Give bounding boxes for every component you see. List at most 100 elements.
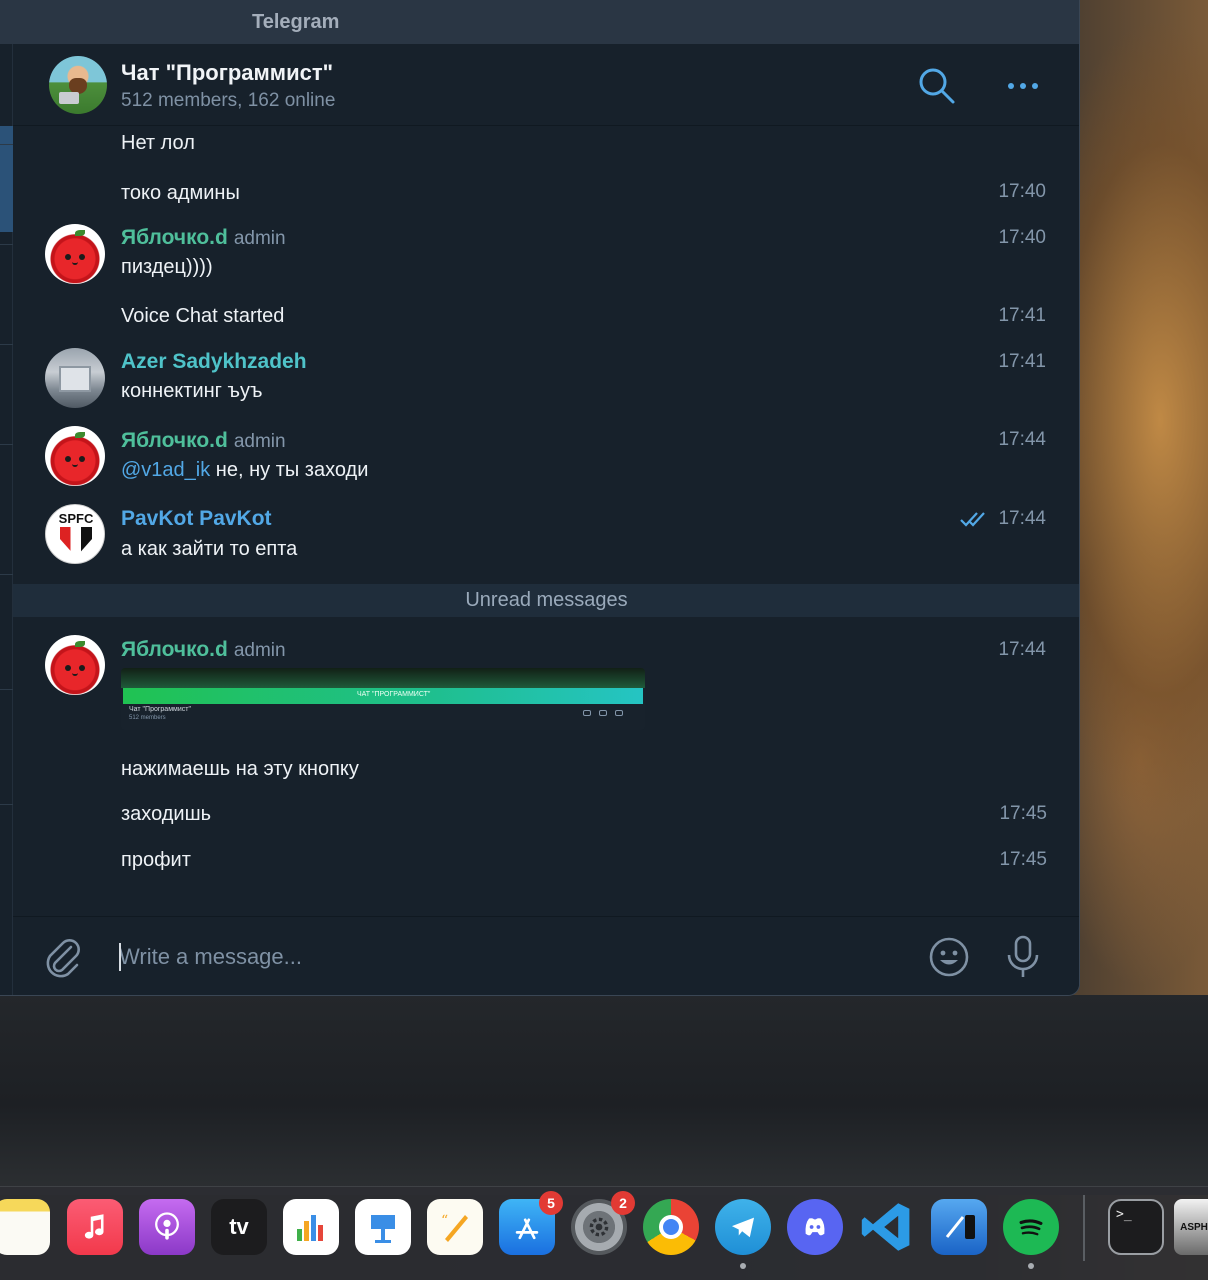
chat-member-count: 512 members, 162 online	[121, 90, 336, 111]
bar-chart-glyph	[297, 1215, 323, 1241]
message-time: 17:45	[999, 803, 1047, 824]
sender-name[interactable]: PavKot PavKot	[121, 507, 272, 531]
avatar-mouth	[72, 262, 78, 265]
user-mention[interactable]: @v1ad_ik	[121, 459, 210, 481]
sender-name[interactable]: Яблочко.d admin	[121, 429, 286, 453]
sender-name[interactable]: Яблочко.d admin	[121, 226, 286, 250]
paperclip-icon[interactable]	[41, 935, 85, 979]
message-text: профит	[121, 849, 191, 871]
message-time: 17:41	[998, 351, 1046, 372]
running-indicator	[740, 1263, 746, 1269]
podcast-glyph	[155, 1212, 179, 1240]
more-options-icon[interactable]	[1003, 66, 1043, 106]
chrome-icon[interactable]	[643, 1199, 699, 1255]
notes-icon[interactable]	[0, 1199, 50, 1255]
terminal-prompt: >_	[1116, 1207, 1132, 1222]
divider	[0, 244, 13, 245]
avatar-leaf	[75, 641, 85, 647]
message-text: нажимаешь на эту кнопку	[121, 758, 359, 780]
pen-glyph: “	[441, 1213, 468, 1242]
xcode-icon[interactable]	[931, 1199, 987, 1255]
avatar-eye	[79, 456, 85, 462]
message-input[interactable]	[119, 939, 899, 975]
terminal-icon[interactable]: >_	[1108, 1199, 1164, 1255]
divider	[0, 689, 13, 690]
message-time: 17:44	[998, 639, 1046, 660]
sender-name-text: Яблочко.d	[121, 638, 228, 661]
message-time: 17:45	[999, 849, 1047, 870]
telegram-icon[interactable]	[715, 1199, 771, 1255]
user-avatar[interactable]	[45, 635, 105, 695]
avatar-mouth	[72, 673, 78, 676]
apple-tv-icon[interactable]: tv	[211, 1199, 267, 1255]
user-avatar[interactable]	[45, 348, 105, 408]
avatar-laptop	[59, 92, 79, 104]
spotify-glyph	[1019, 1219, 1043, 1236]
macos-dock: tv “ 5 2 >_ ASPH	[0, 1186, 1208, 1280]
screenshot-image[interactable]: ЧАТ "ПРОГРАММИСТ" Чат "Программист" 512 …	[121, 668, 645, 730]
chat-title[interactable]: Чат "Программист"	[121, 60, 333, 86]
podium-glyph	[371, 1215, 395, 1243]
window-titlebar[interactable]: Telegram	[0, 0, 1079, 44]
keynote-icon[interactable]	[355, 1199, 411, 1255]
message-list[interactable]: Нет лол токо админы 17:40 Яблочко.d admin…	[13, 126, 1079, 916]
vscode-glyph	[861, 1203, 910, 1251]
running-indicator	[1028, 1263, 1034, 1269]
music-icon[interactable]	[67, 1199, 123, 1255]
user-avatar[interactable]	[45, 224, 105, 284]
gear-glyph	[589, 1217, 609, 1237]
message-time: 17:41	[998, 305, 1046, 326]
discord-icon[interactable]	[787, 1199, 843, 1255]
avatar-eye	[65, 254, 71, 260]
spotify-icon[interactable]	[1003, 1199, 1059, 1255]
message-text: коннектинг ъуъ	[121, 380, 263, 402]
avatar-eye	[79, 254, 85, 260]
app-store-icon[interactable]: 5	[499, 1191, 563, 1255]
sender-name-text: Azer Sadykhzadeh	[121, 350, 307, 373]
service-message: Voice Chat started	[121, 305, 285, 327]
message-text: пиздец))))	[121, 256, 213, 278]
chat-avatar[interactable]	[49, 56, 107, 114]
chat-list-edge[interactable]	[0, 44, 13, 995]
podcasts-icon[interactable]	[139, 1199, 195, 1255]
avatar-leaf	[75, 432, 85, 438]
sender-name[interactable]: Azer Sadykhzadeh	[121, 350, 307, 374]
microphone-icon[interactable]	[1001, 933, 1045, 981]
message-time: 17:44	[998, 429, 1046, 450]
avatar-eye	[65, 456, 71, 462]
vscode-icon[interactable]	[859, 1199, 915, 1255]
message-text: токо админы	[121, 182, 240, 204]
unread-messages-divider: Unread messages	[13, 584, 1079, 617]
divider	[0, 144, 13, 145]
avatar-text: SPFC	[58, 511, 94, 526]
sender-name[interactable]: Яблочко.d admin	[121, 638, 286, 662]
message-text: а как зайти то епта	[121, 538, 298, 560]
avatar-eye	[65, 665, 71, 671]
numbers-icon[interactable]	[283, 1199, 339, 1255]
avatar-shield	[60, 527, 92, 557]
message-text: Нет лол	[121, 132, 195, 154]
search-icon[interactable]	[917, 66, 957, 106]
selected-chat-indicator	[0, 126, 13, 232]
user-avatar[interactable]: SPFC	[45, 504, 105, 564]
user-avatar[interactable]	[45, 426, 105, 486]
screenshot-bar-title: ЧАТ "ПРОГРАММИСТ"	[357, 691, 431, 698]
pages-icon[interactable]: “	[427, 1199, 483, 1255]
wallpaper-rocks	[0, 995, 1208, 1195]
telegram-window: Telegram Чат "Программист" 512 members, …	[0, 0, 1080, 996]
sender-name-text: PavKot PavKot	[121, 507, 272, 530]
divider	[0, 574, 13, 575]
hammer-glyph	[945, 1215, 975, 1239]
asphalt-game-icon[interactable]: ASPH	[1174, 1199, 1208, 1255]
divider	[0, 804, 13, 805]
avatar-photo	[59, 366, 91, 392]
sender-name-text: Яблочко.d	[121, 429, 228, 452]
notification-badge: 2	[611, 1191, 635, 1215]
message-composer	[13, 916, 1079, 995]
read-checkmarks-icon	[960, 512, 985, 527]
avatar-mouth	[72, 464, 78, 467]
emoji-icon[interactable]	[927, 935, 971, 979]
app-store-glyph	[515, 1218, 539, 1240]
system-preferences-icon[interactable]: 2	[571, 1191, 635, 1255]
screenshot-icon	[615, 710, 623, 716]
